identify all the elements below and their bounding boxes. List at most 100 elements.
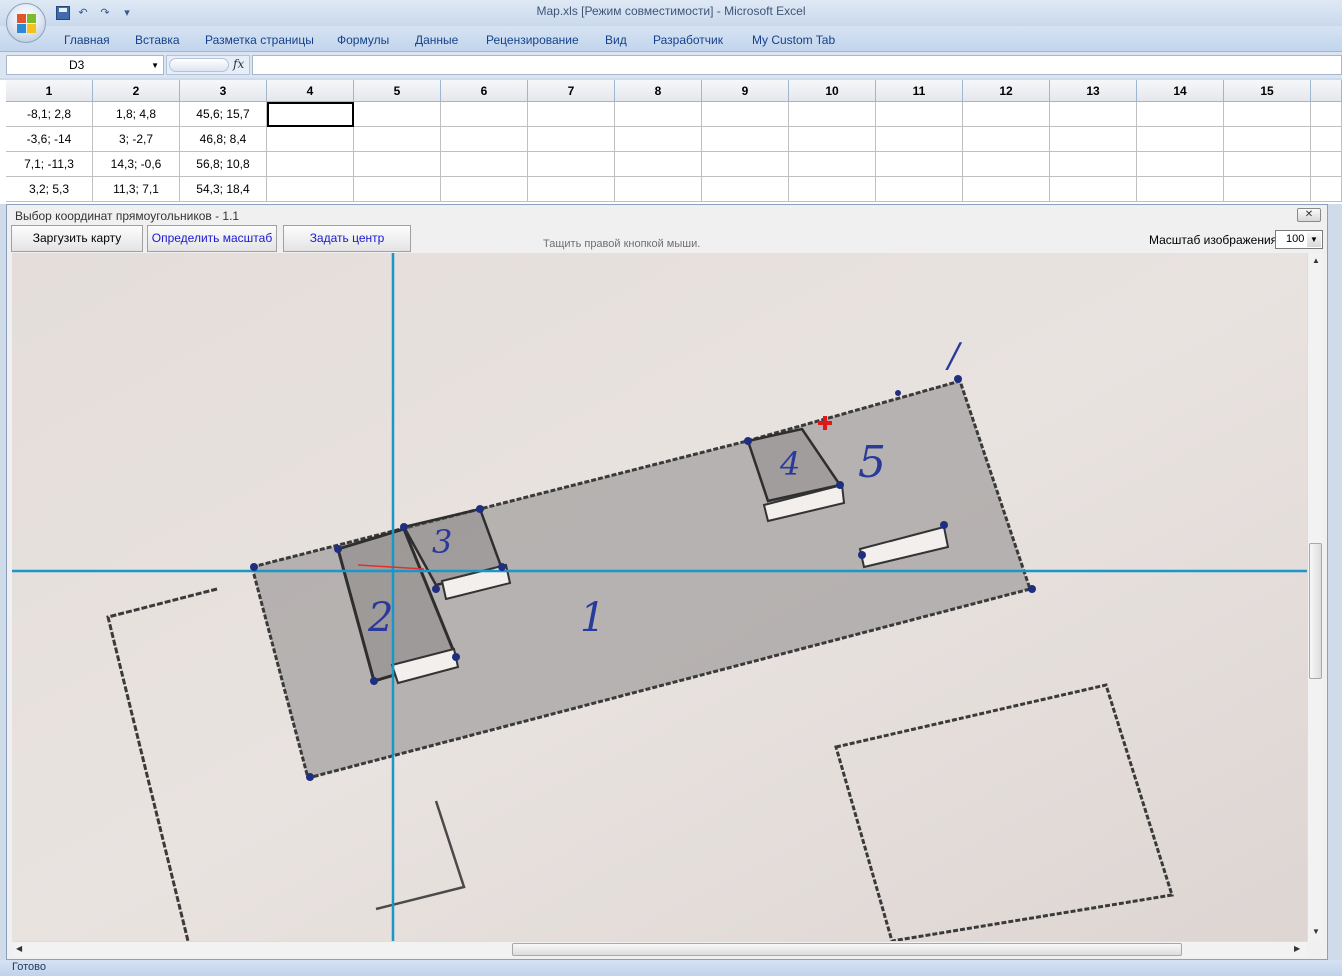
table-cell[interactable]	[1050, 102, 1137, 127]
table-cell[interactable]: -3,6; -14	[6, 127, 93, 152]
column-header[interactable]: 4	[267, 80, 354, 102]
table-cell[interactable]	[615, 127, 702, 152]
table-cell[interactable]	[441, 127, 528, 152]
table-cell[interactable]	[1311, 102, 1342, 127]
table-cell[interactable]	[789, 177, 876, 202]
column-header[interactable]: 5	[354, 80, 441, 102]
scroll-up-icon[interactable]: ▲	[1312, 256, 1320, 265]
table-cell[interactable]	[1224, 177, 1311, 202]
table-cell[interactable]: 45,6; 15,7	[180, 102, 267, 127]
table-cell[interactable]	[615, 152, 702, 177]
table-cell[interactable]	[1050, 127, 1137, 152]
table-cell[interactable]	[615, 177, 702, 202]
table-cell[interactable]	[615, 102, 702, 127]
tab-developer[interactable]: Разработчик	[653, 33, 723, 47]
table-cell[interactable]	[267, 177, 354, 202]
table-cell[interactable]	[1050, 177, 1137, 202]
tab-home[interactable]: Главная	[64, 33, 110, 47]
table-cell[interactable]	[963, 152, 1050, 177]
table-cell[interactable]: 11,3; 7,1	[93, 177, 180, 202]
vertical-scroll-thumb[interactable]	[1309, 543, 1322, 679]
chevron-down-icon[interactable]: ▼	[151, 61, 159, 70]
map-sketch[interactable]: 1 2 3 4 5 /	[12, 253, 1307, 941]
table-cell[interactable]	[702, 127, 789, 152]
tab-custom[interactable]: My Custom Tab	[752, 33, 835, 47]
table-cell[interactable]: 1,8; 4,8	[93, 102, 180, 127]
formula-input[interactable]	[252, 55, 1342, 75]
load-map-button[interactable]: Заргузить карту	[11, 225, 143, 252]
table-cell[interactable]	[1137, 102, 1224, 127]
table-cell[interactable]	[267, 102, 354, 127]
column-header[interactable]: 3	[180, 80, 267, 102]
table-cell[interactable]	[267, 152, 354, 177]
table-cell[interactable]	[354, 177, 441, 202]
map-image-canvas[interactable]: 1 2 3 4 5 /	[12, 253, 1307, 941]
name-box[interactable]: D3 ▼	[6, 55, 164, 75]
table-cell[interactable]: 14,3; -0,6	[93, 152, 180, 177]
tab-view[interactable]: Вид	[605, 33, 627, 47]
table-cell[interactable]	[441, 102, 528, 127]
table-cell[interactable]	[1137, 152, 1224, 177]
close-icon[interactable]: ✕	[1297, 208, 1321, 222]
tab-data[interactable]: Данные	[415, 33, 458, 47]
table-cell[interactable]	[528, 152, 615, 177]
table-cell[interactable]	[789, 152, 876, 177]
table-cell[interactable]	[528, 127, 615, 152]
column-header[interactable]: 7	[528, 80, 615, 102]
table-cell[interactable]	[354, 152, 441, 177]
table-cell[interactable]	[1224, 127, 1311, 152]
tab-formulas[interactable]: Формулы	[337, 33, 389, 47]
office-button[interactable]	[6, 3, 46, 43]
insert-function-icon[interactable]: fx	[233, 57, 244, 71]
set-center-button[interactable]: Задать центр	[283, 225, 411, 252]
table-cell[interactable]	[1311, 177, 1342, 202]
column-header[interactable]: 9	[702, 80, 789, 102]
table-cell[interactable]	[876, 102, 963, 127]
table-cell[interactable]	[1311, 152, 1342, 177]
table-cell[interactable]: 56,8; 10,8	[180, 152, 267, 177]
table-cell[interactable]	[702, 152, 789, 177]
scale-select[interactable]: 100 ▼	[1275, 230, 1323, 249]
column-header[interactable]: 14	[1137, 80, 1224, 102]
column-header[interactable]: 10	[789, 80, 876, 102]
table-cell[interactable]	[1224, 152, 1311, 177]
scroll-left-icon[interactable]: ◀	[16, 944, 22, 953]
table-cell[interactable]: 54,3; 18,4	[180, 177, 267, 202]
table-cell[interactable]	[354, 102, 441, 127]
table-cell[interactable]	[1311, 127, 1342, 152]
table-cell[interactable]	[876, 152, 963, 177]
tab-review[interactable]: Рецензирование	[486, 33, 579, 47]
column-header[interactable]: 1	[6, 80, 93, 102]
table-cell[interactable]: 7,1; -11,3	[6, 152, 93, 177]
table-cell[interactable]	[267, 127, 354, 152]
table-cell[interactable]: -8,1; 2,8	[6, 102, 93, 127]
table-cell[interactable]	[1050, 152, 1137, 177]
scroll-down-icon[interactable]: ▼	[1312, 927, 1320, 936]
table-cell[interactable]	[876, 127, 963, 152]
table-cell[interactable]: 3; -2,7	[93, 127, 180, 152]
table-cell[interactable]	[354, 127, 441, 152]
table-cell[interactable]	[1224, 102, 1311, 127]
table-cell[interactable]: 46,8; 8,4	[180, 127, 267, 152]
table-cell[interactable]: 3,2; 5,3	[6, 177, 93, 202]
column-header[interactable]: 11	[876, 80, 963, 102]
column-header[interactable]: 12	[963, 80, 1050, 102]
expand-handle[interactable]	[169, 58, 229, 72]
column-header[interactable]: 13	[1050, 80, 1137, 102]
table-cell[interactable]	[441, 152, 528, 177]
table-cell[interactable]	[441, 177, 528, 202]
column-header[interactable]: 15	[1224, 80, 1311, 102]
table-cell[interactable]	[528, 102, 615, 127]
tab-page-layout[interactable]: Разметка страницы	[205, 33, 314, 47]
table-cell[interactable]	[789, 127, 876, 152]
column-header[interactable]: 6	[441, 80, 528, 102]
table-cell[interactable]	[876, 177, 963, 202]
table-cell[interactable]	[1137, 127, 1224, 152]
chevron-down-icon[interactable]: ▼	[1307, 232, 1321, 247]
table-cell[interactable]	[789, 102, 876, 127]
horizontal-scroll-thumb[interactable]	[512, 943, 1182, 956]
column-header[interactable]: 2	[93, 80, 180, 102]
table-cell[interactable]	[702, 177, 789, 202]
table-cell[interactable]	[1137, 177, 1224, 202]
table-cell[interactable]	[963, 102, 1050, 127]
